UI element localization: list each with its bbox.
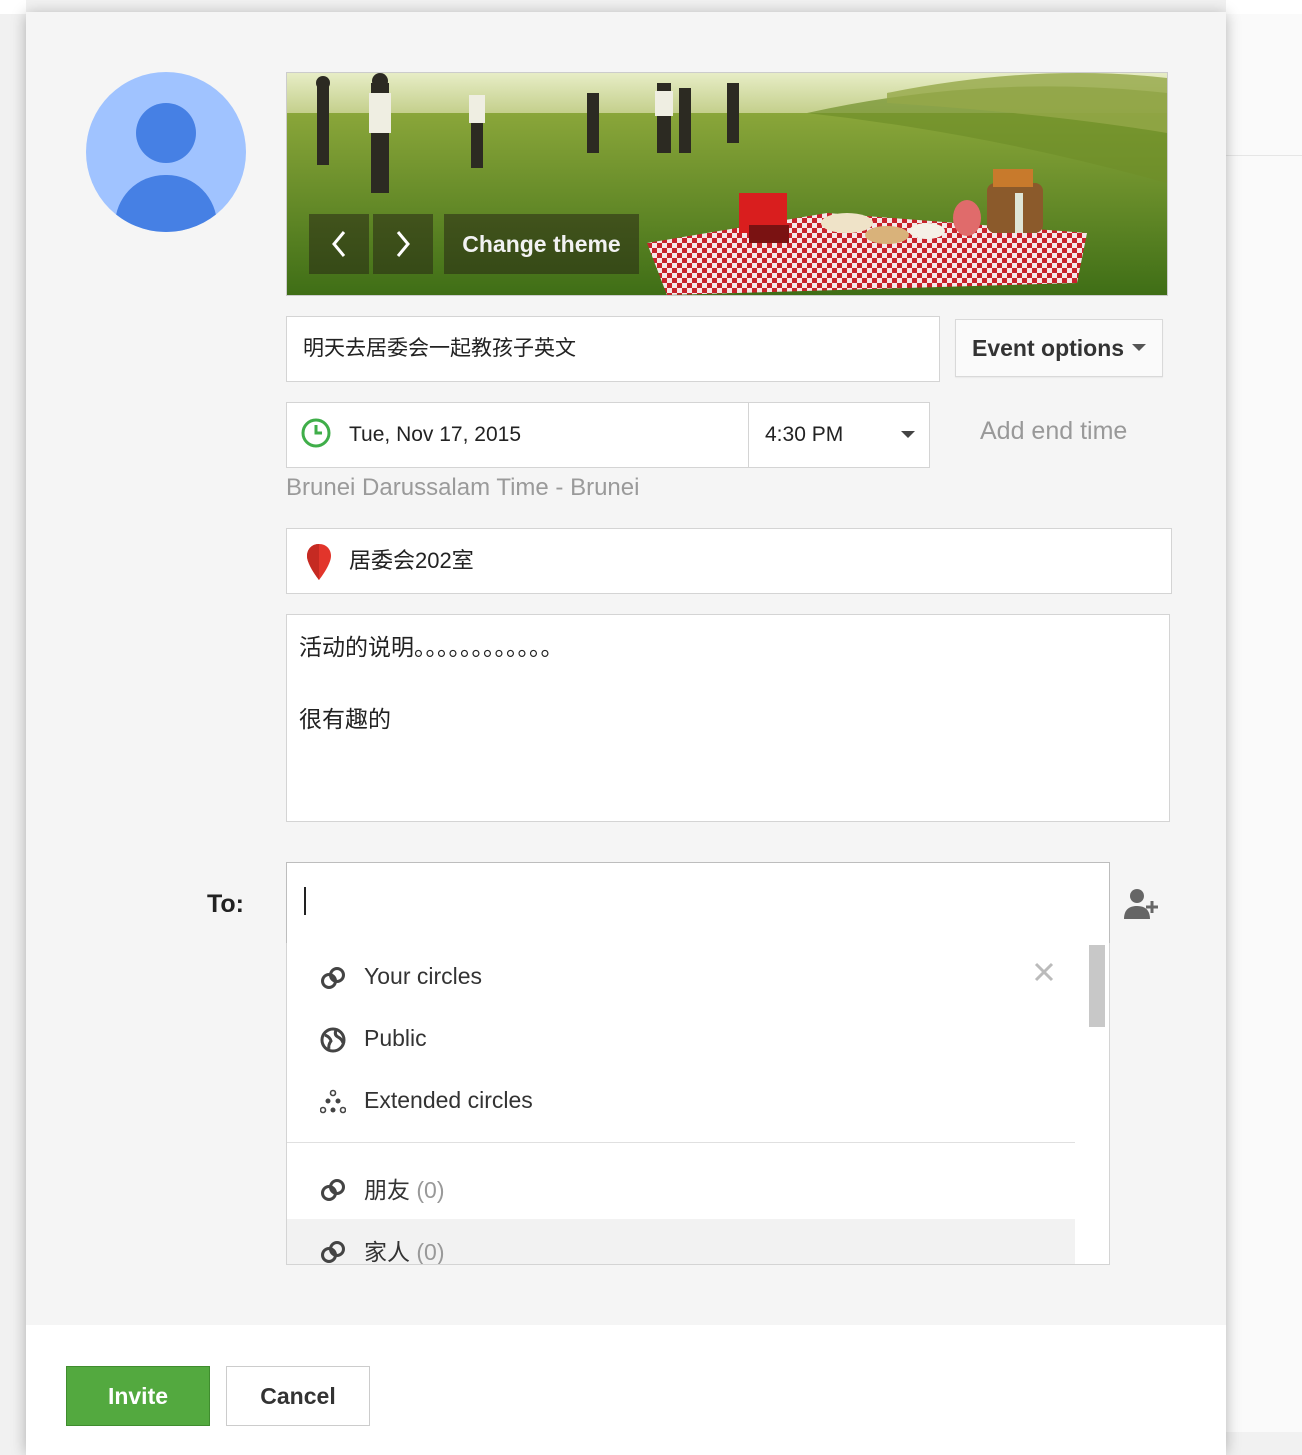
chevron-right-icon bbox=[396, 231, 410, 257]
dropdown-item-your-circles[interactable]: Your circles bbox=[287, 945, 1075, 1007]
text-cursor bbox=[304, 887, 306, 915]
avatar-head bbox=[136, 103, 196, 163]
avatar-body bbox=[115, 175, 217, 232]
dropdown-item-extended-circles[interactable]: Extended circles bbox=[287, 1069, 1075, 1131]
event-location-input[interactable]: 居委会202室 bbox=[286, 528, 1172, 594]
dropdown-item-public[interactable]: Public bbox=[287, 1007, 1075, 1069]
event-date-input[interactable]: Tue, Nov 17, 2015 bbox=[286, 402, 749, 468]
background-corner bbox=[0, 0, 26, 14]
extended-circles-icon bbox=[320, 1089, 346, 1114]
dropdown-item-label: 家人 (0) bbox=[364, 1233, 445, 1265]
chevron-down-icon bbox=[901, 431, 915, 438]
map-pin-icon bbox=[307, 544, 331, 580]
circle-count: (0) bbox=[416, 1239, 445, 1265]
invitee-input[interactable] bbox=[286, 862, 1110, 944]
add-end-time-link[interactable]: Add end time bbox=[980, 417, 1127, 446]
close-icon[interactable] bbox=[1032, 960, 1056, 984]
timezone-label[interactable]: Brunei Darussalam Time - Brunei bbox=[286, 474, 639, 502]
event-options-button[interactable]: Event options bbox=[955, 319, 1163, 377]
theme-next-button[interactable] bbox=[373, 214, 433, 274]
change-theme-button[interactable]: Change theme bbox=[444, 214, 639, 274]
background-panel bbox=[1226, 0, 1302, 1432]
description-line: 很有趣的 bbox=[299, 706, 391, 732]
theme-banner: Change theme bbox=[286, 72, 1168, 296]
dropdown-item-label: Public bbox=[364, 1024, 427, 1051]
background-top bbox=[1226, 0, 1302, 14]
dropdown-item-label: Your circles bbox=[364, 962, 483, 989]
circles-icon bbox=[321, 1179, 345, 1201]
event-location-value: 居委会202室 bbox=[349, 548, 474, 573]
to-label: To: bbox=[207, 890, 245, 918]
clock-icon bbox=[301, 418, 331, 448]
event-title-input[interactable]: 明天去居委会一起教孩子英文 bbox=[286, 316, 940, 382]
circle-name: 朋友 bbox=[364, 1177, 410, 1203]
circle-count: (0) bbox=[416, 1177, 445, 1203]
circles-icon bbox=[321, 1241, 345, 1263]
dropdown-item-label: 朋友 (0) bbox=[364, 1171, 445, 1205]
event-date-value: Tue, Nov 17, 2015 bbox=[349, 423, 521, 446]
chevron-left-icon bbox=[332, 231, 346, 257]
event-options-label: Event options bbox=[972, 335, 1125, 361]
dropdown-item-circle[interactable]: 朋友 (0) bbox=[287, 1157, 1075, 1219]
theme-prev-button[interactable] bbox=[309, 214, 369, 274]
circle-name: 家人 bbox=[364, 1239, 410, 1265]
globe-icon bbox=[320, 1027, 346, 1053]
add-person-icon[interactable] bbox=[1122, 885, 1160, 923]
avatar bbox=[86, 72, 246, 232]
invite-button[interactable]: Invite bbox=[66, 1366, 210, 1426]
chevron-down-icon bbox=[1132, 344, 1146, 351]
event-time-select[interactable]: 4:30 PM bbox=[748, 402, 930, 468]
cancel-button[interactable]: Cancel bbox=[226, 1366, 370, 1426]
dropdown-item-label: Extended circles bbox=[364, 1086, 533, 1113]
dropdown-divider bbox=[287, 1142, 1075, 1143]
scrollbar-thumb[interactable] bbox=[1089, 945, 1105, 1027]
background-divider bbox=[1226, 155, 1302, 156]
create-event-dialog: Change theme 明天去居委会一起教孩子英文 Event options… bbox=[26, 12, 1226, 1455]
dropdown-item-circle[interactable]: 家人 (0) bbox=[287, 1219, 1075, 1265]
description-line: 活动的说明。。。。。。。。。。。。 bbox=[299, 634, 564, 660]
audience-dropdown: Your circles Public Extended circles 朋友 … bbox=[286, 943, 1110, 1265]
description-blank-line bbox=[299, 665, 1157, 701]
event-time-value: 4:30 PM bbox=[765, 423, 844, 446]
circles-icon bbox=[321, 967, 345, 989]
event-description-input[interactable]: 活动的说明。。。。。。。。。。。。 很有趣的 bbox=[286, 614, 1170, 822]
